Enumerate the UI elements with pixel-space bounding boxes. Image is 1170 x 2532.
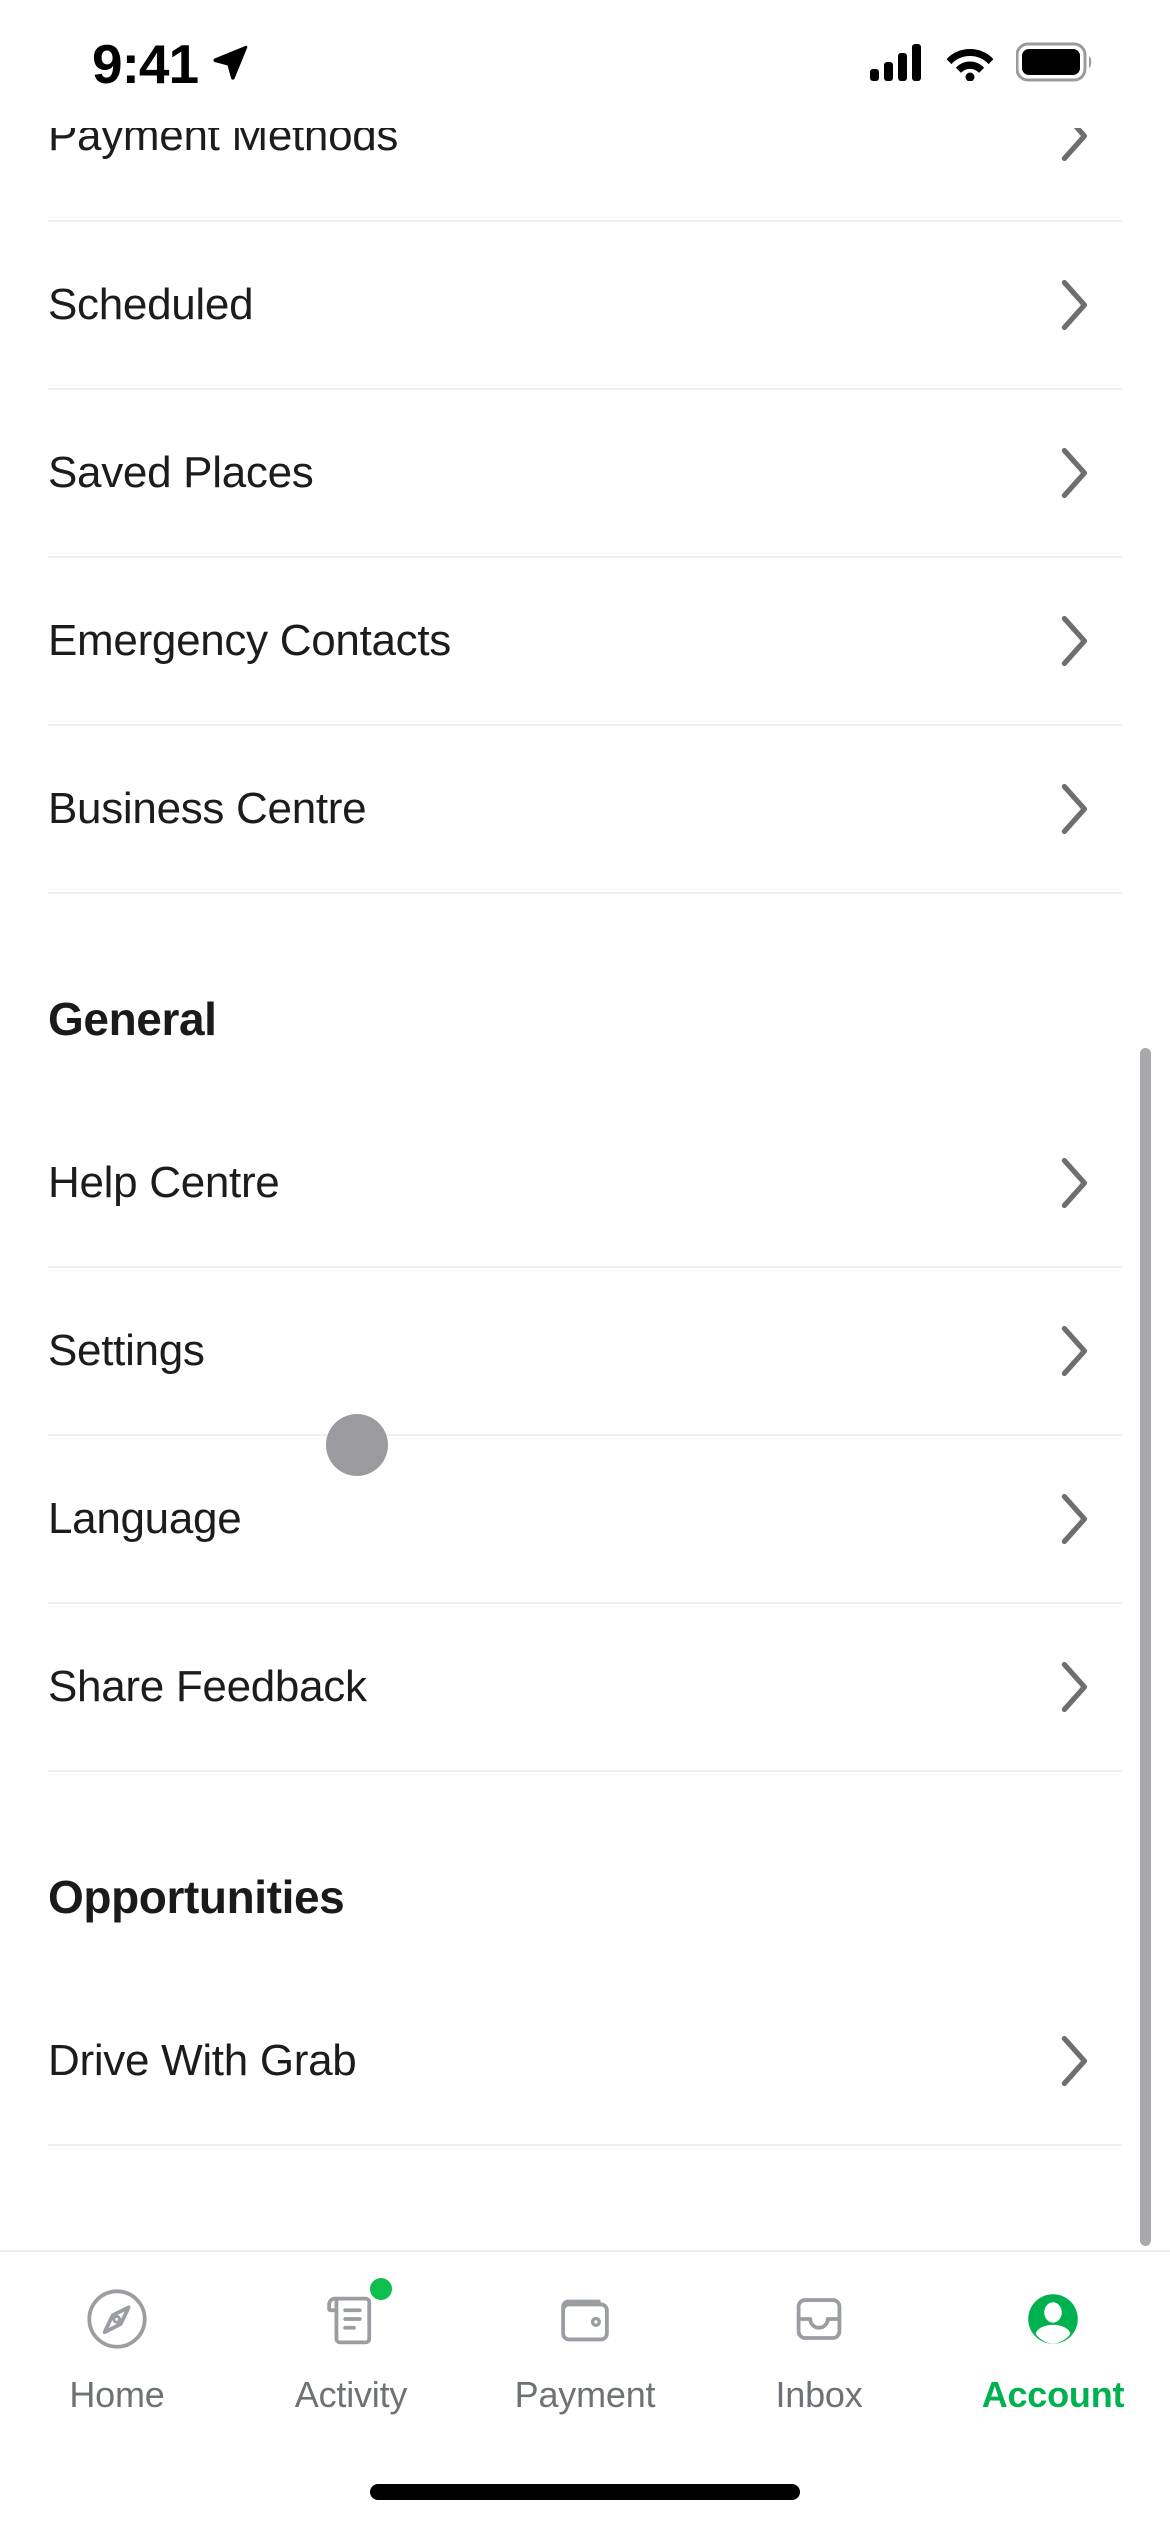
chevron-right-icon (1061, 1661, 1088, 1713)
status-bar: 9:41 (0, 0, 1170, 128)
tab-payment[interactable]: Payment (468, 2282, 702, 2416)
bottom-tab-bar: Home Activity Payment Inbox Account (0, 2250, 1170, 2462)
tab-activity[interactable]: Activity (234, 2278, 468, 2416)
home-indicator (370, 2484, 800, 2500)
person-circle-filled-icon (1016, 2282, 1090, 2356)
chevron-right-icon (1061, 1493, 1088, 1545)
tab-label: Payment (514, 2374, 656, 2415)
chevron-right-icon (1061, 1325, 1088, 1377)
inbox-tray-icon (782, 2282, 856, 2356)
list-item-label: Help Centre (48, 1157, 280, 1207)
tab-label: Home (69, 2374, 165, 2415)
wallet-icon (548, 2282, 622, 2356)
list-item-label: Scheduled (48, 279, 254, 329)
tab-home[interactable]: Home (0, 2282, 234, 2416)
list-item-label: Drive With Grab (48, 2035, 357, 2085)
list-item-label: Emergency Contacts (48, 615, 451, 665)
chevron-right-icon (1061, 1157, 1088, 1209)
list-item-drive-with-grab[interactable]: Drive With Grab (48, 1978, 1122, 2146)
clipped-row-wrapper: Payment Methods (48, 128, 1122, 220)
status-bar-left: 9:41 (92, 32, 252, 95)
location-arrow-icon (208, 40, 252, 89)
battery-full-icon (1015, 42, 1094, 87)
settings-list: Payment Methods Scheduled Saved Places E… (0, 128, 1170, 2146)
section-heading-opportunities: Opportunities (48, 1871, 345, 1923)
chevron-right-icon (1061, 279, 1088, 331)
compass-icon (80, 2282, 154, 2356)
section-heading-general: General (48, 993, 217, 1045)
list-item-share-feedback[interactable]: Share Feedback (48, 1604, 1122, 1772)
vertical-scrollbar[interactable] (1140, 1048, 1151, 2246)
tab-label: Activity (294, 2374, 408, 2415)
list-item-label: Language (48, 1493, 242, 1543)
list-item-label: Saved Places (48, 447, 314, 497)
app-screen: 9:41 Payment Methods Scheduled Saved Pla… (0, 0, 1170, 2532)
list-item-emergency-contacts[interactable]: Emergency Contacts (48, 558, 1122, 726)
status-bar-clock: 9:41 (92, 32, 199, 95)
notification-badge-dot (370, 2278, 392, 2300)
list-item-language[interactable]: Language (48, 1436, 1122, 1604)
wifi-icon (944, 43, 996, 86)
chevron-right-icon (1061, 615, 1088, 667)
list-item-payment-methods[interactable]: Payment Methods (48, 128, 1122, 220)
list-item-saved-places[interactable]: Saved Places (48, 390, 1122, 558)
tab-account[interactable]: Account (936, 2282, 1170, 2416)
cellular-signal-icon (870, 43, 924, 86)
list-item-label: Settings (48, 1325, 205, 1375)
settings-scroll-area[interactable]: Payment Methods Scheduled Saved Places E… (0, 128, 1170, 2250)
chevron-right-icon (1061, 2035, 1088, 2087)
list-item-label: Share Feedback (48, 1661, 367, 1711)
list-item-business-centre[interactable]: Business Centre (48, 726, 1122, 894)
list-item-label: Payment Methods (48, 128, 399, 160)
list-item-settings[interactable]: Settings (48, 1268, 1122, 1436)
chevron-right-icon (1061, 783, 1088, 835)
list-item-help-centre[interactable]: Help Centre (48, 1100, 1122, 1268)
tab-label: Account (981, 2374, 1125, 2415)
status-bar-right (870, 42, 1094, 87)
list-item-scheduled[interactable]: Scheduled (48, 222, 1122, 390)
touch-indicator (326, 1414, 388, 1476)
chevron-right-icon (1061, 128, 1088, 162)
chevron-right-icon (1061, 447, 1088, 499)
list-item-label: Business Centre (48, 783, 367, 833)
receipt-icon (314, 2278, 392, 2356)
tab-inbox[interactable]: Inbox (702, 2282, 936, 2416)
tab-label: Inbox (775, 2374, 863, 2415)
